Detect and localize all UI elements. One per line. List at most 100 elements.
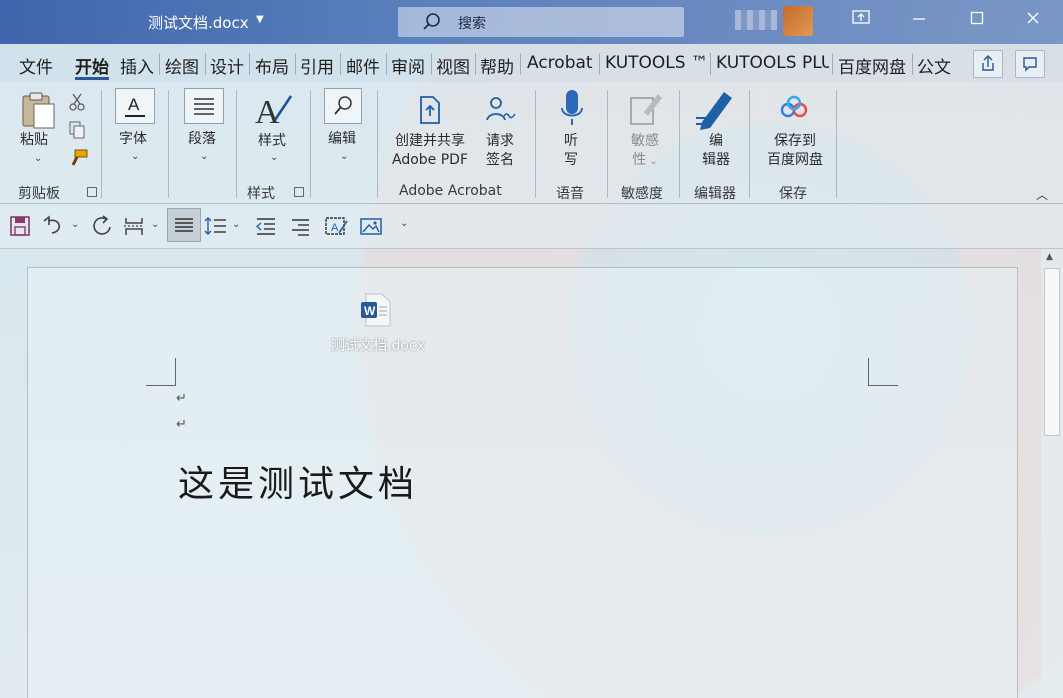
paste-button[interactable]: 粘贴 xyxy=(20,131,48,150)
share-button[interactable] xyxy=(973,50,1003,78)
group-separator xyxy=(101,90,102,198)
undo-icon[interactable] xyxy=(42,213,66,241)
comments-button[interactable] xyxy=(1015,50,1045,78)
tab-layout[interactable]: 布局 xyxy=(255,53,289,78)
tab-baidu-netdisk[interactable]: 百度网盘 xyxy=(838,53,906,78)
cut-icon[interactable] xyxy=(67,92,87,116)
tab-kutools[interactable]: KUTOOLS ™ xyxy=(605,53,708,73)
tab-kutools-plus[interactable]: KUTOOLS PLU xyxy=(716,53,829,73)
page-break-icon[interactable] xyxy=(122,213,146,241)
styles-launcher-icon[interactable] xyxy=(294,187,304,197)
font-dropdown-icon[interactable]: ⌄ xyxy=(131,151,139,162)
align-right-icon[interactable] xyxy=(288,213,312,241)
ribbon xyxy=(0,82,1063,204)
clipboard-group-label: 剪贴板 xyxy=(18,186,60,202)
tab-file[interactable]: 文件 xyxy=(19,53,53,78)
align-justify-icon[interactable] xyxy=(167,208,201,242)
close-icon[interactable] xyxy=(1018,10,1048,34)
page-break-dropdown-icon[interactable]: ⌄ xyxy=(151,219,159,230)
font-button[interactable]: 字体 xyxy=(119,130,147,149)
margin-corner-top-right xyxy=(868,358,898,386)
tab-mailings[interactable]: 邮件 xyxy=(346,53,380,78)
tab-design[interactable]: 设计 xyxy=(210,53,244,78)
maximize-icon[interactable] xyxy=(962,10,992,34)
group-separator xyxy=(607,90,608,198)
styles-dropdown-icon[interactable]: ⌄ xyxy=(270,152,278,163)
tab-separator xyxy=(340,53,341,75)
scrollbar-thumb[interactable] xyxy=(1044,268,1060,436)
tab-separator xyxy=(386,53,387,75)
redo-icon[interactable] xyxy=(90,213,114,241)
create-share-line1: 创建并共享 xyxy=(395,133,465,149)
editor-line1: 编 xyxy=(709,133,723,149)
document-page[interactable] xyxy=(27,267,1018,698)
undo-dropdown-icon[interactable]: ⌄ xyxy=(71,219,79,230)
paragraph-icon xyxy=(184,88,224,124)
avatar[interactable] xyxy=(783,6,813,36)
collapse-ribbon-icon[interactable]: ︿ xyxy=(1036,186,1048,203)
tab-view[interactable]: 视图 xyxy=(436,53,470,78)
save-line2: 百度网盘 xyxy=(767,152,823,168)
group-separator xyxy=(236,90,237,198)
document-heading[interactable]: 这是测试文档 xyxy=(178,455,418,507)
svg-text:A: A xyxy=(128,95,140,114)
paste-dropdown-icon[interactable]: ⌄ xyxy=(34,153,42,164)
search-box[interactable]: 搜索 xyxy=(398,7,684,37)
minimize-icon[interactable] xyxy=(904,10,934,34)
styles-icon: A xyxy=(253,90,295,134)
tab-separator xyxy=(710,53,711,75)
group-separator xyxy=(377,90,378,198)
create-pdf-icon xyxy=(416,94,444,130)
copy-icon[interactable] xyxy=(67,120,87,144)
account-name[interactable] xyxy=(735,10,777,30)
tab-official-document[interactable]: 公文 xyxy=(917,53,951,78)
tab-acrobat[interactable]: Acrobat xyxy=(527,53,593,73)
paragraph-dropdown-icon[interactable]: ⌄ xyxy=(200,151,208,162)
request-sign-line1: 请求 xyxy=(486,133,514,149)
decrease-indent-icon[interactable] xyxy=(254,213,278,241)
quick-access-toolbar xyxy=(0,205,1063,249)
save-icon[interactable] xyxy=(9,213,31,241)
tab-home[interactable]: 开始 xyxy=(75,53,109,78)
line-spacing-icon[interactable] xyxy=(204,213,228,241)
create-share-pdf-button[interactable]: 创建并共享 Adobe PDF xyxy=(390,132,470,170)
text-box-icon[interactable]: A xyxy=(323,213,349,241)
sensitivity-line2: 性 xyxy=(632,152,647,168)
customize-toolbar-icon[interactable]: ⌄ xyxy=(400,218,408,229)
tab-references[interactable]: 引用 xyxy=(300,53,334,78)
group-separator xyxy=(310,90,311,198)
editing-dropdown-icon[interactable]: ⌄ xyxy=(340,151,348,162)
line-spacing-dropdown-icon[interactable]: ⌄ xyxy=(232,219,240,230)
group-separator xyxy=(749,90,750,198)
tab-insert[interactable]: 插入 xyxy=(120,53,154,78)
editor-group-label: 编辑器 xyxy=(694,186,736,202)
tab-help[interactable]: 帮助 xyxy=(480,53,514,78)
title-dropdown-icon[interactable]: ▼ xyxy=(256,14,264,25)
clipboard-launcher-icon[interactable] xyxy=(87,187,97,197)
group-separator xyxy=(168,90,169,198)
dictate-line2: 写 xyxy=(564,152,578,168)
word-document-icon[interactable]: W xyxy=(360,292,392,328)
baidu-netdisk-icon xyxy=(778,94,810,126)
editing-button[interactable]: 编辑 xyxy=(328,130,356,149)
tab-separator xyxy=(912,53,913,75)
dictate-button[interactable]: 听 写 xyxy=(563,132,579,170)
tab-separator xyxy=(249,53,250,75)
sensitivity-line1: 敏感 xyxy=(631,133,659,149)
editor-icon xyxy=(694,88,738,134)
styles-button[interactable]: 样式 xyxy=(258,132,286,151)
tab-separator xyxy=(205,53,206,75)
tab-separator xyxy=(520,53,521,75)
tab-review[interactable]: 审阅 xyxy=(391,53,425,78)
desktop-icon-label: 测试文档.docx xyxy=(331,338,425,354)
insert-picture-icon[interactable] xyxy=(358,213,384,241)
request-sign-line2: 签名 xyxy=(486,152,514,168)
save-to-baidu-button[interactable]: 保存到 百度网盘 xyxy=(764,132,826,170)
ribbon-display-icon[interactable] xyxy=(846,10,876,34)
request-signature-button[interactable]: 请求 签名 xyxy=(484,132,516,170)
tab-draw[interactable]: 绘图 xyxy=(165,53,199,78)
editor-button[interactable]: 编 辑器 xyxy=(700,132,732,170)
format-painter-icon[interactable] xyxy=(67,148,89,174)
scroll-up-icon[interactable]: ▲ xyxy=(1046,252,1053,262)
paragraph-button[interactable]: 段落 xyxy=(188,130,216,149)
